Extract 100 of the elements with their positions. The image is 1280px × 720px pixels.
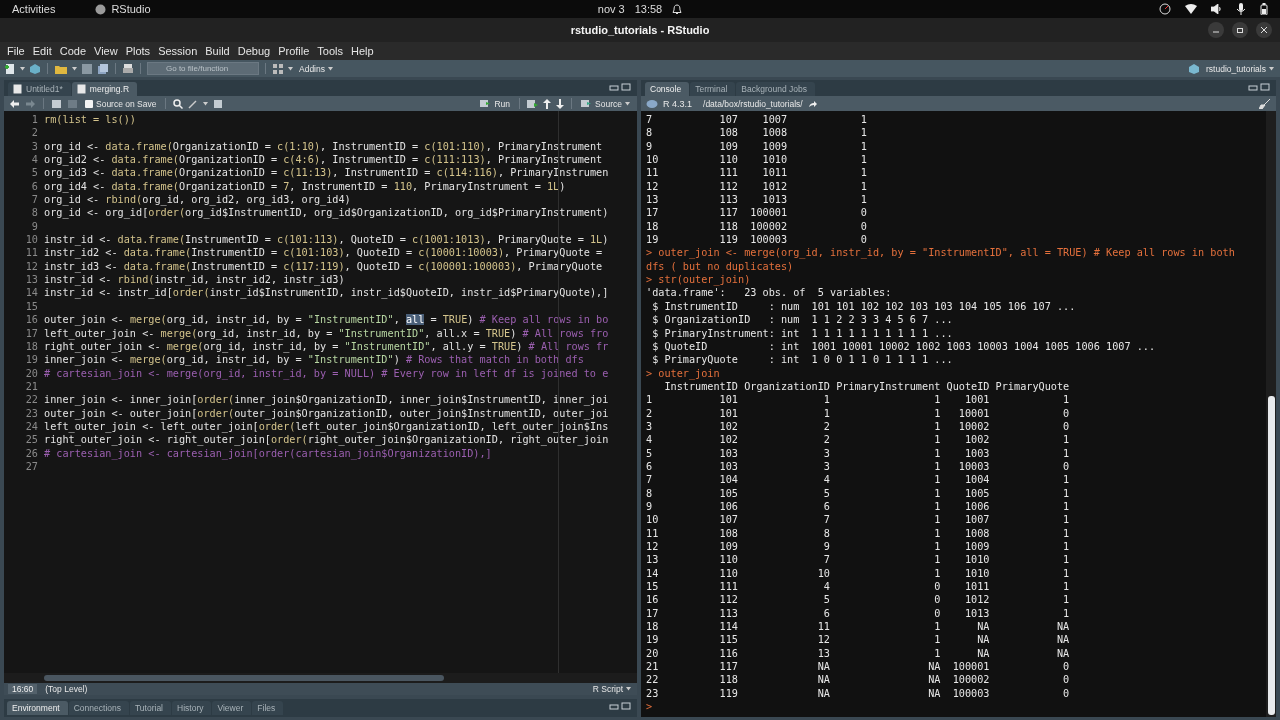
run-button[interactable]: Run [478,98,513,109]
line-number: 27 [25,459,38,474]
maximize-pane-icon[interactable] [621,83,631,91]
project-icon[interactable] [1188,62,1200,75]
microphone-icon[interactable] [1236,3,1246,15]
caret-icon[interactable] [328,66,333,71]
console-output: $ InstrumentID : num 101 101 102 102 103 103 104 105 106 107 ... [651,299,1077,314]
console-tab[interactable]: Terminal [690,82,736,96]
new-file-icon[interactable] [4,62,16,75]
scope-menu[interactable]: (Top Level) [43,684,90,694]
pane-tab[interactable]: Files [252,701,284,715]
menu-item[interactable]: Plots [121,45,155,57]
clock-date[interactable]: nov 3 [597,3,625,15]
menu-item[interactable]: Edit [28,45,56,57]
restore-button[interactable] [1232,22,1248,38]
app-name[interactable]: RStudio [111,3,151,15]
line-number: 19 [25,353,38,367]
pane-tab[interactable]: Tutorial [130,701,171,715]
line-number: 7 [31,193,38,207]
code-line: instr_id <- data.frame(InstrumentID = c(101:113), QuoteID = c(1001:1013), PrimaryQuote = 1L) [44,233,610,247]
console-output: 8 108 1008 1 [646,126,868,140]
pane-tab[interactable]: Viewer [212,701,252,715]
clock-time[interactable]: 13:58 [634,3,663,15]
code-line: instr_id <- rbind(instr_id, instr_id2, instr_id3) [44,273,346,287]
down-arrow-icon[interactable] [556,98,565,109]
code-line: inner_join <- merge(org_id, instr_id, by = "InstrumentID") # Rows that match in both dfs [44,353,585,367]
table-row-text: 8 105 5 1 1005 1 [646,486,1071,500]
line-number: 1 [31,113,38,127]
wifi-icon[interactable] [1185,4,1197,14]
alarm-icon[interactable] [672,3,683,15]
menu-item[interactable]: Code [55,45,90,57]
table-row-text: 2 101 1 1 10001 0 [646,406,1071,420]
window-title: rstudio_tutorials - RStudio [570,24,710,36]
pane-tab[interactable]: Environment [7,701,68,715]
minimize-pane-icon[interactable] [609,702,619,710]
caret-icon[interactable] [20,66,25,71]
r-version: R 4.3.1 [663,98,693,109]
code-line: org_id2 <- data.frame(OrganizationID = c(4:6), InstrumentID = c(111:113), PrimaryInstrument [44,153,604,167]
menu-item[interactable]: View [90,45,122,57]
pane-tab[interactable]: History [172,701,212,715]
caret-icon[interactable] [72,66,77,71]
restore-icon [1236,26,1244,34]
search-icon[interactable] [173,98,184,109]
menu-item[interactable]: Debug [233,45,275,57]
code-line: instr_id2 <- data.frame(InstrumentID = c(101:103), QuoteID = c(10001:10003), PrimaryQuote = [44,246,604,260]
minimize-pane-icon[interactable] [1248,83,1258,91]
file-type-menu[interactable]: R Script [590,684,633,694]
minimize-button[interactable] [1208,22,1224,38]
caret-icon[interactable] [1269,66,1274,71]
show-in-window-icon[interactable] [51,98,62,109]
console-prompt[interactable]: > [646,700,1266,714]
line-number: 23 [25,406,38,420]
maximize-pane-icon[interactable] [621,702,631,710]
project-menu[interactable]: rstudio_tutorials [1204,63,1276,74]
line-number: 12 [25,259,38,274]
line-number: 18 [25,339,38,354]
minimize-pane-icon[interactable] [609,83,619,91]
caret-icon[interactable] [626,687,631,691]
table-header: InstrumentID OrganizationID PrimaryInstrument QuoteID PrimaryQuote [663,380,1071,394]
menu-item[interactable]: Profile [274,45,314,57]
console-output: 11 111 1011 1 [646,166,868,180]
caret-icon[interactable] [203,101,209,106]
save-all-icon[interactable] [97,62,109,75]
battery-icon[interactable] [1260,3,1268,15]
menu-item[interactable]: File [3,45,29,57]
activities-button[interactable]: Activities [12,3,56,15]
working-directory[interactable]: /data/box/rstudio_tutorials/ [703,98,803,109]
menu-item[interactable]: Build [201,45,234,57]
editor-tab[interactable]: merging.R [71,82,138,96]
source-button[interactable]: Source [579,98,632,109]
print-icon[interactable] [122,62,134,75]
grid-icon[interactable] [272,62,284,75]
volume-icon[interactable] [1211,4,1222,14]
source-on-save-checkbox[interactable]: Source on Save [83,98,159,109]
console-tab[interactable]: Background Jobs [736,82,815,96]
menu-item[interactable]: Tools [313,45,348,57]
editor-tab[interactable]: Untitled1* [8,82,71,96]
code-line: outer_join <- outer_join[order(outer_join$OrganizationID, outer_join$InstrumentID, outer_joi [44,406,610,420]
up-arrow-icon[interactable] [543,98,552,109]
console-tab[interactable]: Console [645,82,690,96]
caret-icon[interactable] [625,101,630,106]
code-line: outer_join <- merge(org_id, instr_id, by = "InstrumentID", all = TRUE) # Keep all rows in bo [44,313,610,327]
addins-menu[interactable]: Addins [297,63,335,74]
go-to-directory-icon[interactable] [807,99,817,108]
scrollbar-thumb[interactable] [1267,396,1275,715]
caret-icon[interactable] [288,66,293,71]
project-icon[interactable] [29,62,41,75]
go-to-file-field[interactable]: Go to file/function [147,62,259,75]
scrollbar-thumb[interactable] [44,675,444,681]
table-row-text: 4 102 2 1 1002 1 [646,433,1071,447]
menu-item[interactable]: Session [154,45,202,57]
console-output: 9 109 1009 1 [646,139,868,154]
back-arrow-icon[interactable] [9,98,20,109]
maximize-pane-icon[interactable] [1260,83,1270,91]
menu-item[interactable]: Help [347,45,378,57]
save-icon[interactable] [81,62,93,75]
pane-tab[interactable]: Connections [68,701,129,715]
broom-icon[interactable] [1259,98,1271,109]
rerun-icon[interactable] [527,98,539,109]
close-button[interactable] [1256,22,1272,38]
